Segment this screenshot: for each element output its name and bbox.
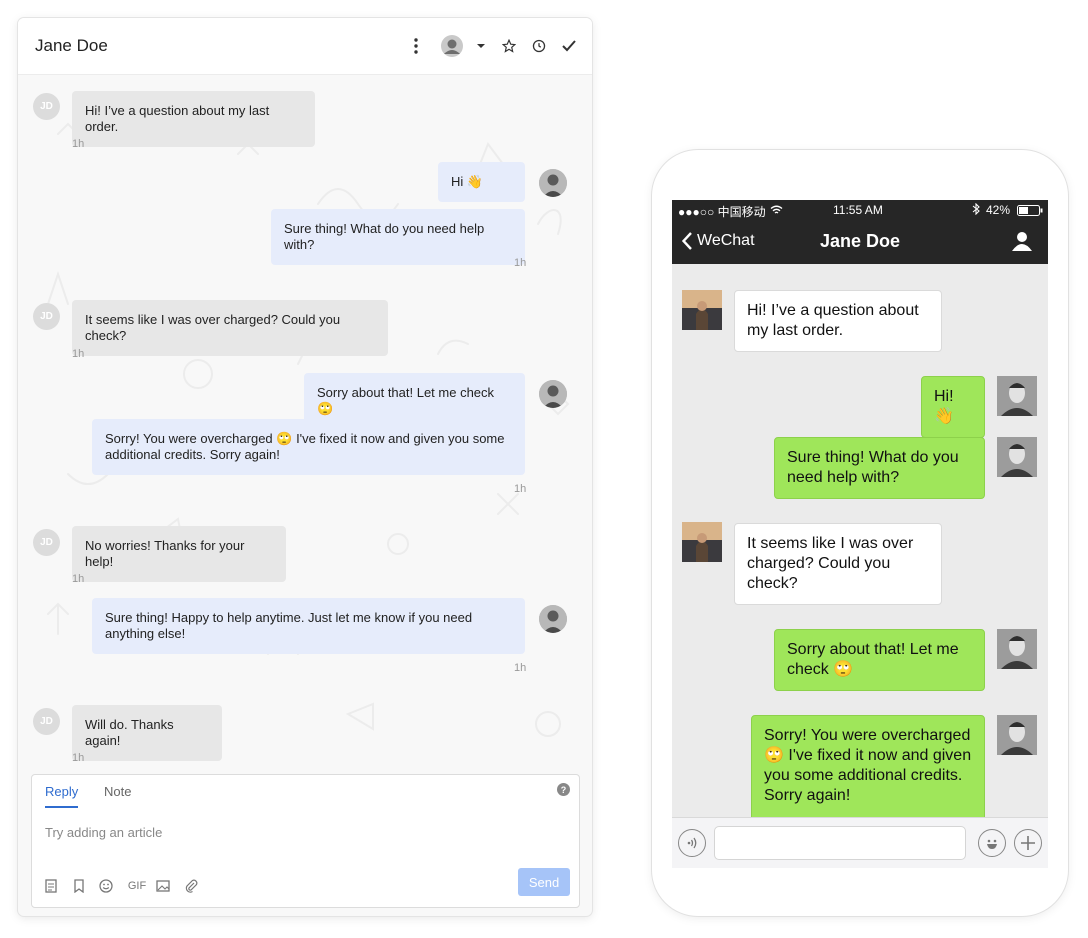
tab-reply[interactable]: Reply bbox=[45, 784, 79, 808]
emoji-icon[interactable] bbox=[978, 829, 1006, 857]
user-avatar: JD bbox=[33, 303, 60, 330]
bluetooth-icon bbox=[972, 202, 980, 218]
user-avatar: JD bbox=[33, 708, 60, 735]
snooze-clock-icon[interactable] bbox=[527, 34, 551, 58]
outgoing-message: Sorry! You were overcharged 🙄 I've fixed… bbox=[92, 419, 525, 475]
user-avatar bbox=[682, 522, 722, 562]
attachment-icon[interactable] bbox=[183, 878, 199, 894]
phone-mockup: ●●●○○ 中国移动 11:55 AM 42% WeChat Jane Doe bbox=[652, 150, 1068, 916]
agent-avatar bbox=[539, 169, 567, 197]
battery-percent: 42% bbox=[986, 203, 1011, 217]
incoming-message: No worries! Thanks for your help! bbox=[72, 526, 286, 582]
reply-composer: Reply Note ? Try adding an article GIF S… bbox=[31, 774, 580, 908]
outgoing-message: Sure thing! Happy to help anytime. Just … bbox=[92, 598, 525, 654]
message-list: JD Hi! I’ve a question about my last ord… bbox=[18, 75, 592, 775]
message-timestamp: 1h bbox=[514, 483, 527, 495]
carrier-signal: ●●●○○ 中国移动 bbox=[678, 205, 766, 219]
message-timestamp: 1h bbox=[72, 138, 85, 150]
status-bar: ●●●○○ 中国移动 11:55 AM 42% bbox=[672, 200, 1048, 220]
agent-avatar bbox=[997, 437, 1037, 477]
incoming-message: Hi! I’ve a question about my last order. bbox=[734, 290, 942, 352]
wechat-input-bar bbox=[672, 817, 1048, 868]
outgoing-message: Sure thing! What do you need help with? bbox=[271, 209, 525, 265]
agent-avatar bbox=[997, 629, 1037, 669]
user-avatar bbox=[682, 290, 722, 330]
gif-icon[interactable]: GIF bbox=[126, 878, 148, 894]
help-icon[interactable]: ? bbox=[557, 783, 570, 796]
bookmark-icon[interactable] bbox=[71, 878, 87, 894]
add-icon[interactable] bbox=[1014, 829, 1042, 857]
agent-avatar bbox=[997, 376, 1037, 416]
wechat-screen: ●●●○○ 中国移动 11:55 AM 42% WeChat Jane Doe bbox=[672, 200, 1048, 917]
tab-note[interactable]: Note bbox=[104, 784, 131, 799]
send-button[interactable]: Send bbox=[518, 868, 570, 896]
message-timestamp: 1h bbox=[72, 573, 85, 585]
outgoing-message: Hi 👋 bbox=[438, 162, 525, 202]
conversation-header: Jane Doe bbox=[18, 18, 592, 75]
battery-icon bbox=[1017, 205, 1043, 219]
wifi-icon bbox=[770, 204, 783, 218]
chat-title: Jane Doe bbox=[819, 231, 901, 251]
incoming-message: It seems like I was over charged? Could … bbox=[734, 523, 942, 605]
agent-avatar bbox=[997, 715, 1037, 755]
emoji-icon[interactable] bbox=[98, 878, 114, 894]
assignee-avatar[interactable] bbox=[440, 34, 464, 58]
close-conversation-check-icon[interactable] bbox=[557, 34, 581, 58]
user-avatar: JD bbox=[33, 529, 60, 556]
outgoing-message: Sure thing! What do you need help with? bbox=[774, 437, 985, 499]
incoming-message: Hi! I’ve a question about my last order. bbox=[72, 91, 315, 147]
star-icon[interactable] bbox=[497, 34, 521, 58]
message-timestamp: 1h bbox=[72, 752, 85, 764]
wechat-message-list: Hi! I’ve a question about my last order.… bbox=[672, 264, 1048, 817]
conversation-panel: Jane Doe JD Hi! I’ve a question about my… bbox=[18, 18, 592, 916]
outgoing-message: Hi! 👋 bbox=[921, 376, 985, 438]
article-icon[interactable] bbox=[43, 878, 59, 894]
agent-avatar bbox=[539, 605, 567, 633]
more-options-icon[interactable] bbox=[404, 34, 428, 58]
incoming-message: It seems like I was over charged? Could … bbox=[72, 300, 388, 356]
user-avatar: JD bbox=[33, 93, 60, 120]
agent-avatar bbox=[539, 380, 567, 408]
chevron-down-icon[interactable] bbox=[469, 34, 493, 58]
incoming-message: Will do. Thanks again! bbox=[72, 705, 222, 761]
outgoing-message: Sorry about that! Let me check 🙄 bbox=[774, 629, 985, 691]
image-icon[interactable] bbox=[155, 878, 171, 894]
conversation-title: Jane Doe bbox=[35, 36, 108, 55]
message-timestamp: 1h bbox=[72, 348, 85, 360]
profile-icon[interactable] bbox=[1012, 231, 1032, 256]
wechat-nav-bar: WeChat Jane Doe bbox=[672, 220, 1048, 264]
status-time: 11:55 AM bbox=[833, 203, 883, 217]
message-timestamp: 1h bbox=[514, 662, 527, 674]
message-input[interactable] bbox=[714, 826, 966, 860]
outgoing-message: Sorry! You were overcharged 🙄 I've fixed… bbox=[751, 715, 985, 817]
message-timestamp: 1h bbox=[514, 257, 527, 269]
reply-input[interactable]: Try adding an article bbox=[45, 825, 162, 840]
voice-input-icon[interactable] bbox=[678, 829, 706, 857]
